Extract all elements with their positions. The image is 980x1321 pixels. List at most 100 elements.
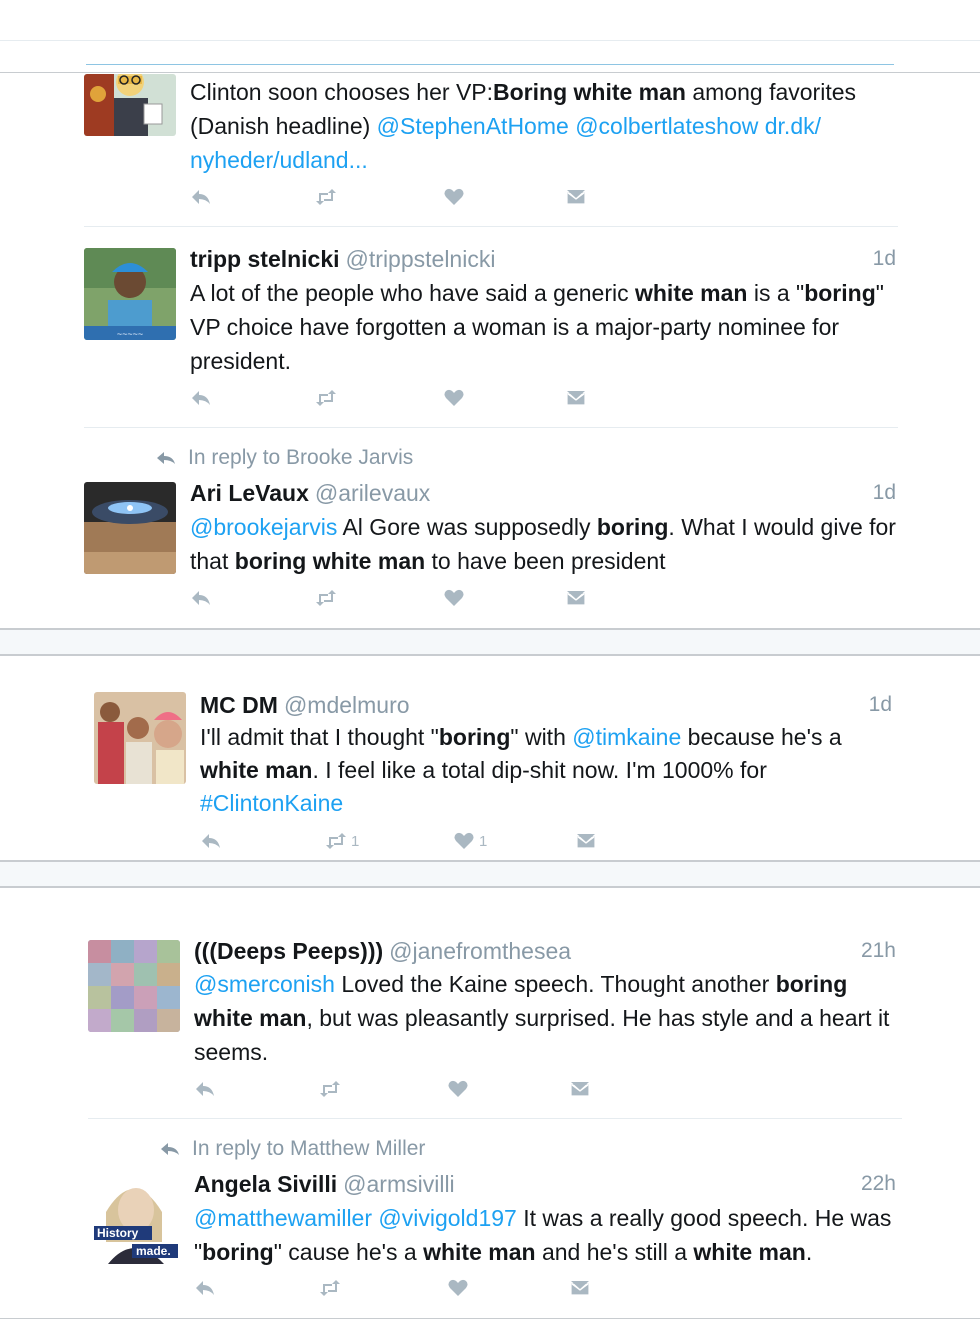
reply-context[interactable]: In reply to Matthew Miller: [160, 1134, 425, 1164]
tweet-header: MC DM @mdelmuro: [200, 690, 410, 720]
tweet-time[interactable]: 21h: [861, 936, 896, 966]
tweet-text: A lot of the people who have said a gene…: [190, 276, 890, 378]
tweet-link[interactable]: @StephenAtHome: [377, 113, 569, 139]
reply-action[interactable]: [190, 586, 212, 610]
text-run: . I feel like a total dip-shit now. I'm …: [312, 757, 767, 783]
tweet-text: @matthewamiller @vivigold197 It was a re…: [194, 1201, 902, 1269]
text-run: " with: [510, 724, 573, 750]
author-handle[interactable]: @janefromthesea: [389, 938, 571, 964]
avatar[interactable]: [84, 74, 176, 136]
author-name[interactable]: (((Deeps Peeps))): [194, 938, 383, 964]
tweet-link[interactable]: @vivigold197: [378, 1205, 516, 1231]
dm-action[interactable]: [575, 829, 597, 853]
like-action[interactable]: [443, 185, 465, 209]
avatar[interactable]: [94, 692, 186, 784]
tweet-link[interactable]: @timkaine: [572, 724, 681, 750]
reply-action[interactable]: [190, 386, 212, 410]
reply-action[interactable]: [190, 185, 212, 209]
author-handle[interactable]: @mdelmuro: [284, 692, 410, 718]
tweet-header: Angela Sivilli @armsivilli: [194, 1169, 455, 1199]
author-handle[interactable]: @trippstelnicki: [346, 246, 496, 272]
author-name[interactable]: Ari LeVaux: [190, 480, 309, 506]
history-made-avatar: History made.: [88, 1172, 180, 1264]
tweet-header: Ari LeVaux @arilevaux: [190, 478, 430, 508]
tweet-link[interactable]: @smerconish: [194, 971, 335, 997]
group-selfie-avatar: [94, 692, 186, 784]
envelope-icon: [576, 834, 596, 849]
section-gap: [0, 862, 980, 886]
avatar[interactable]: History made.: [88, 1172, 180, 1264]
like-action[interactable]: 1: [453, 829, 487, 853]
tweet-text: @smerconish Loved the Kaine speech. Thou…: [194, 967, 894, 1069]
reply-context[interactable]: In reply to Brooke Jarvis: [156, 443, 413, 473]
tweet-text: @brookejarvis Al Gore was supposedly bor…: [190, 510, 902, 578]
highlighted-text: boring: [202, 1239, 274, 1265]
avatar-text-line: History: [97, 1226, 139, 1240]
highlighted-text: boring: [804, 280, 876, 306]
dm-action[interactable]: [569, 1077, 591, 1101]
like-action[interactable]: [447, 1077, 469, 1101]
reply-icon: [157, 452, 175, 465]
retweet-icon: [320, 1280, 340, 1296]
reply-context-label: In reply to Brooke Jarvis: [188, 446, 414, 469]
text-run: Al Gore was supposedly: [337, 514, 597, 540]
author-name[interactable]: tripp stelnicki: [190, 246, 340, 272]
avatar[interactable]: [84, 482, 176, 574]
like-action[interactable]: [443, 586, 465, 610]
dm-action[interactable]: [565, 586, 587, 610]
avatar[interactable]: [88, 940, 180, 1032]
retweet-action[interactable]: [319, 1077, 341, 1101]
tweet-time[interactable]: 1d: [869, 690, 892, 720]
bottom-divider: [0, 1318, 980, 1319]
quilt-pattern-avatar: [88, 940, 180, 1032]
text-run: Loved the Kaine speech. Thought another: [334, 971, 776, 997]
retweet-action[interactable]: [315, 386, 337, 410]
dm-action[interactable]: [569, 1276, 591, 1300]
envelope-icon: [566, 391, 586, 406]
tweet-link[interactable]: @matthewamiller: [194, 1205, 372, 1231]
reply-icon: [202, 834, 220, 848]
reply-action[interactable]: [200, 829, 222, 853]
retweet-action[interactable]: [319, 1276, 341, 1300]
reply-action[interactable]: [194, 1077, 216, 1101]
highlighted-text: boring: [596, 514, 669, 540]
reply-action[interactable]: [194, 1276, 216, 1300]
reply-context-label: In reply to Matthew Miller: [192, 1137, 426, 1160]
like-action[interactable]: [443, 386, 465, 410]
tweet-divider: [84, 226, 898, 227]
tweet-actions: [190, 386, 610, 410]
tweet-time[interactable]: 1d: [873, 478, 896, 508]
author-name[interactable]: Angela Sivilli: [194, 1171, 337, 1197]
retweet-action[interactable]: [315, 586, 337, 610]
retweet-action[interactable]: 1: [325, 829, 359, 853]
avatar[interactable]: ~~~~~: [84, 248, 176, 340]
tweet-text: Clinton soon chooses her VP:Boring white…: [190, 75, 900, 177]
dm-action[interactable]: [565, 185, 587, 209]
text-run: is a ": [747, 280, 805, 306]
reply-icon: [192, 391, 210, 405]
blue-rule: [86, 64, 894, 65]
section-gap: [0, 630, 980, 654]
dm-action[interactable]: [565, 386, 587, 410]
section-divider: [0, 654, 980, 656]
like-count: 1: [479, 832, 488, 850]
svg-text:~~~~~: ~~~~~: [117, 329, 143, 339]
tweet-time[interactable]: 1d: [873, 244, 896, 274]
reply-icon: [192, 591, 210, 605]
tweet-link[interactable]: @colbertlateshow: [575, 113, 758, 139]
envelope-icon: [566, 190, 586, 205]
like-action[interactable]: [447, 1276, 469, 1300]
author-handle[interactable]: @armsivilli: [343, 1171, 455, 1197]
highlighted-text: white man: [200, 757, 313, 783]
tweet-time[interactable]: 22h: [861, 1169, 896, 1199]
heart-icon: [448, 1080, 468, 1097]
tweet-actions: [194, 1276, 614, 1300]
author-handle[interactable]: @arilevaux: [315, 480, 430, 506]
tweet-header: tripp stelnicki @trippstelnicki: [190, 244, 495, 274]
heart-icon: [444, 389, 464, 406]
tweet-link[interactable]: #ClintonKaine: [200, 790, 343, 816]
tweet-link[interactable]: @brookejarvis: [190, 514, 337, 540]
highlighted-text: boring white man: [234, 548, 426, 574]
retweet-action[interactable]: [315, 185, 337, 209]
author-name[interactable]: MC DM: [200, 692, 278, 718]
